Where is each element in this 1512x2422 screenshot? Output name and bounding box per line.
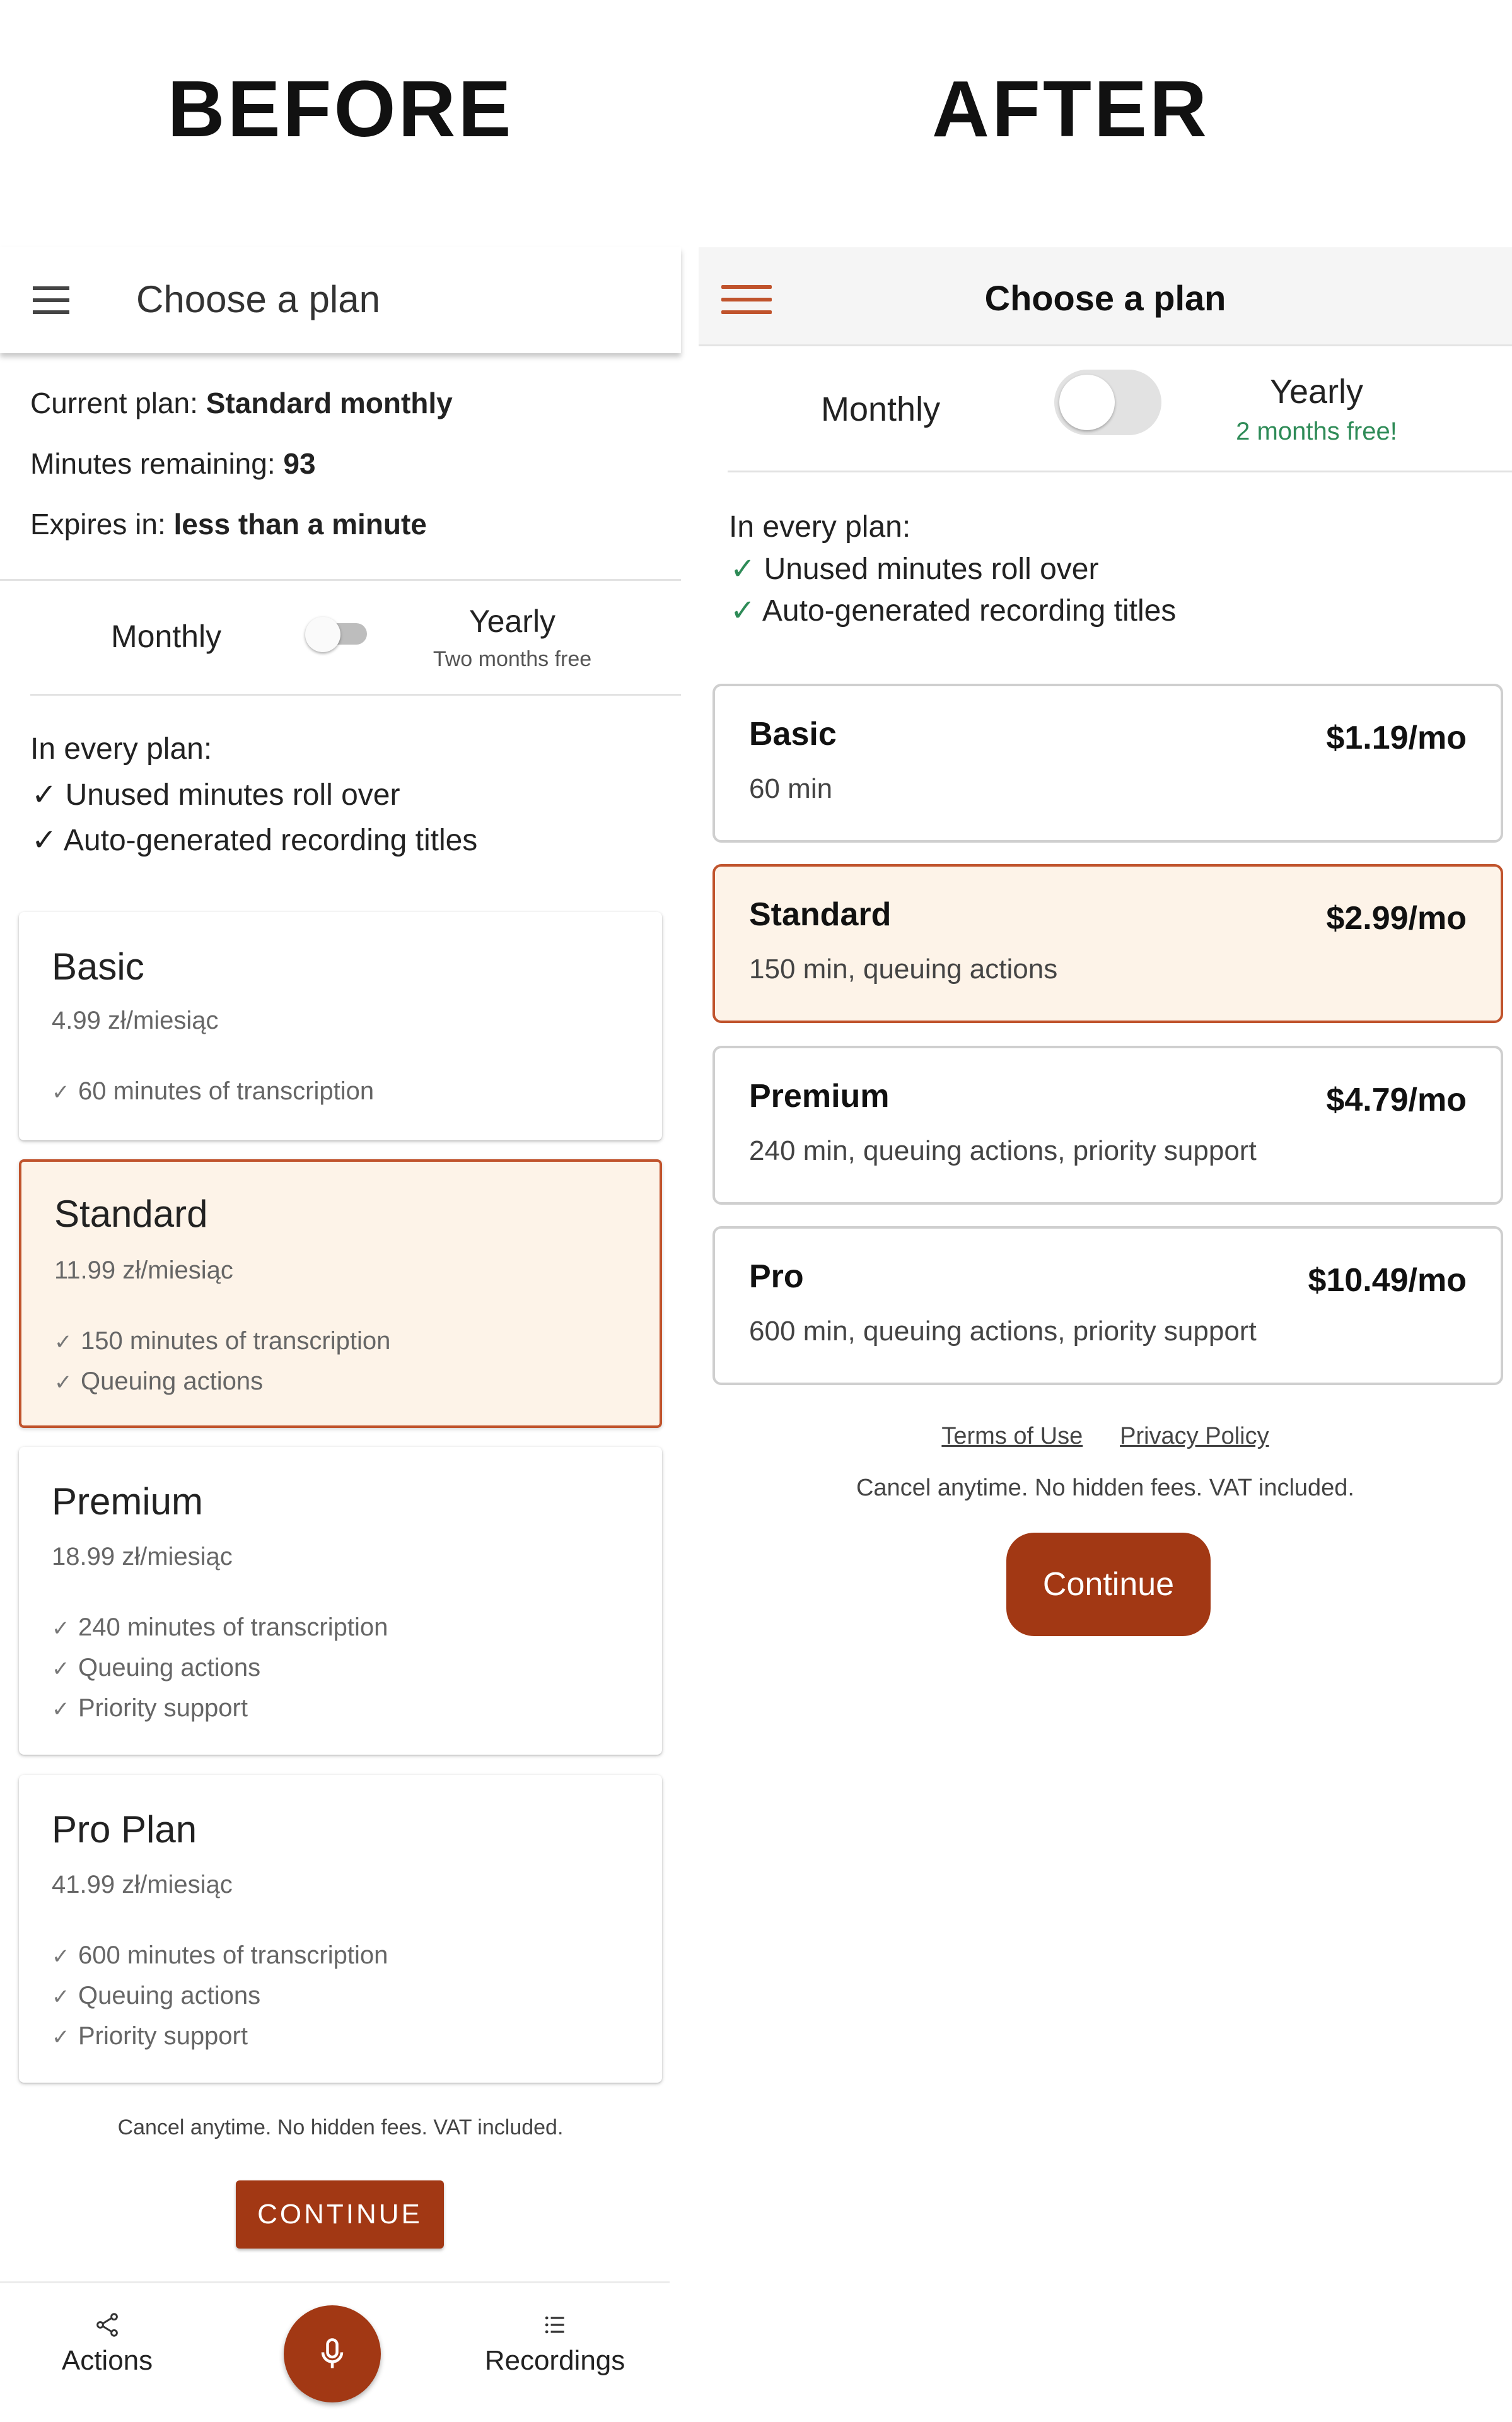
current-plan-value: Standard monthly [206,387,453,419]
feature-item: ✓ Auto-generated recording titles [730,594,1177,628]
plan-name: Basic [749,716,837,752]
plan-price: $4.79/mo [1326,1082,1467,1118]
check-icon: ✓ [52,1617,70,1641]
check-icon: ✓ [54,1330,73,1354]
check-icon: ✓ [52,1697,70,1721]
check-icon: ✓ [52,1985,70,2009]
plan-price: $10.49/mo [1308,1262,1467,1299]
billing-monthly-label[interactable]: Monthly [111,618,221,655]
feature-item: ✓ Auto-generated recording titles [32,824,478,857]
plan-price: $1.19/mo [1326,720,1467,756]
plan-name: Pro [749,1258,804,1295]
plan-card-premium[interactable]: Premium $4.79/mo 240 min, queuing action… [712,1046,1503,1205]
plan-feature: ✓ Priority support [52,2022,248,2050]
plan-feature: ✓ Queuing actions [52,1654,261,1682]
billing-monthly-label[interactable]: Monthly [821,390,940,429]
microphone-icon [321,2338,344,2368]
feature-item: ✓ Unused minutes roll over [730,553,1099,586]
before-app-bar: Choose a plan [0,247,681,353]
billing-yearly-label[interactable]: Yearly [429,603,596,640]
check-icon: ✓ [52,1657,70,1681]
plan-price: 41.99 zł/miesiąc [52,1871,233,1898]
current-plan-line: Current plan: Standard monthly [30,387,453,419]
before-heading: BEFORE [167,64,514,153]
expires-value: less than a minute [173,508,427,541]
check-icon: ✓ [52,2025,70,2049]
minutes-remaining-value: 93 [283,447,316,480]
check-icon: ✓ [32,824,57,857]
continue-button[interactable]: CONTINUE [236,2180,444,2249]
plan-card-basic[interactable]: Basic $1.19/mo 60 min [712,684,1503,843]
billing-period-toggle[interactable] [1054,370,1161,435]
feature-item: ✓ Unused minutes roll over [32,778,400,812]
plan-name: Premium [749,1078,890,1114]
plan-price: 18.99 zł/miesiąc [52,1543,233,1571]
plan-price: $2.99/mo [1326,900,1467,937]
plan-description: 240 min, queuing actions, priority suppo… [749,1135,1257,1166]
features-title: In every plan: [729,510,911,544]
after-app-bar: Choose a plan [699,247,1512,346]
terms-of-use-link[interactable]: Terms of Use [941,1423,1083,1449]
plan-card-premium[interactable]: Premium 18.99 zł/miesiąc ✓ 240 minutes of… [19,1447,662,1755]
bottom-navigation: Actions Recordings [0,2281,670,2422]
billing-period-toggle[interactable] [305,617,371,652]
hamburger-menu-icon[interactable] [33,286,69,314]
check-icon: ✓ [54,1371,73,1395]
plan-name: Basic [52,945,144,988]
divider [30,694,681,696]
billing-yearly-label[interactable]: Yearly [1230,372,1404,411]
plan-name: Standard [749,896,892,933]
plan-price: 4.99 zł/miesiąc [52,1007,219,1034]
plan-feature: ✓ Queuing actions [54,1367,264,1395]
page-title: Choose a plan [984,278,1226,318]
plan-feature: ✓ Queuing actions [52,1982,261,2010]
expires-line: Expires in: less than a minute [30,508,427,541]
nav-actions[interactable]: Actions [38,2311,177,2377]
plan-feature: ✓ 600 minutes of transcription [52,1941,388,1969]
nav-recordings-label: Recordings [484,2345,625,2376]
plan-description: 60 min [749,773,833,804]
page-title: Choose a plan [136,278,380,320]
plan-card-pro[interactable]: Pro $10.49/mo 600 min, queuing actions, … [712,1226,1503,1385]
billing-yearly-sublabel: Two months free [433,647,592,671]
features-title: In every plan: [30,732,212,766]
divider [728,471,1512,472]
check-icon: ✓ [730,553,756,586]
check-icon: ✓ [52,1945,70,1969]
minutes-remaining-line: Minutes remaining: 93 [30,447,316,480]
plan-name: Standard [54,1193,208,1235]
billing-yearly-sublabel: 2 months free! [1236,418,1397,445]
continue-button[interactable]: Continue [1006,1533,1211,1636]
plan-price: 11.99 zł/miesiąc [54,1256,233,1284]
plan-feature: ✓ Priority support [52,1694,248,1722]
plan-description: 150 min, queuing actions [749,954,1058,985]
plan-name: Premium [52,1480,204,1523]
plan-card-standard[interactable]: Standard 11.99 zł/miesiąc ✓ 150 minutes o… [19,1159,662,1428]
plan-card-standard[interactable]: Standard $2.99/mo 150 min, queuing actio… [712,864,1503,1023]
legal-links: Terms of Use Privacy Policy [699,1423,1512,1450]
nav-recordings[interactable]: Recordings [479,2311,631,2377]
plan-feature: ✓ 240 minutes of transcription [52,1613,388,1641]
plan-feature: ✓ 60 minutes of transcription [52,1077,375,1105]
footnote: Cancel anytime. No hidden fees. VAT incl… [856,1475,1354,1501]
nav-actions-label: Actions [61,2345,153,2376]
divider [0,579,681,581]
share-icon [96,2313,118,2337]
plan-feature: ✓ 150 minutes of transcription [54,1327,391,1355]
plan-card-pro[interactable]: Pro Plan 41.99 zł/miesiąc ✓ 600 minutes o… [19,1775,662,2083]
check-icon: ✓ [32,778,57,812]
plan-description: 600 min, queuing actions, priority suppo… [749,1316,1257,1347]
after-heading: AFTER [932,64,1209,153]
record-button[interactable] [284,2305,381,2402]
list-icon [545,2316,564,2334]
plan-name: Pro Plan [52,1808,197,1851]
check-icon: ✓ [730,594,756,628]
privacy-policy-link[interactable]: Privacy Policy [1120,1423,1269,1449]
plan-card-basic[interactable]: Basic 4.99 zł/miesiąc ✓ 60 minutes of tra… [19,912,662,1140]
check-icon: ✓ [52,1080,70,1104]
footnote: Cancel anytime. No hidden fees. VAT incl… [117,2115,564,2139]
